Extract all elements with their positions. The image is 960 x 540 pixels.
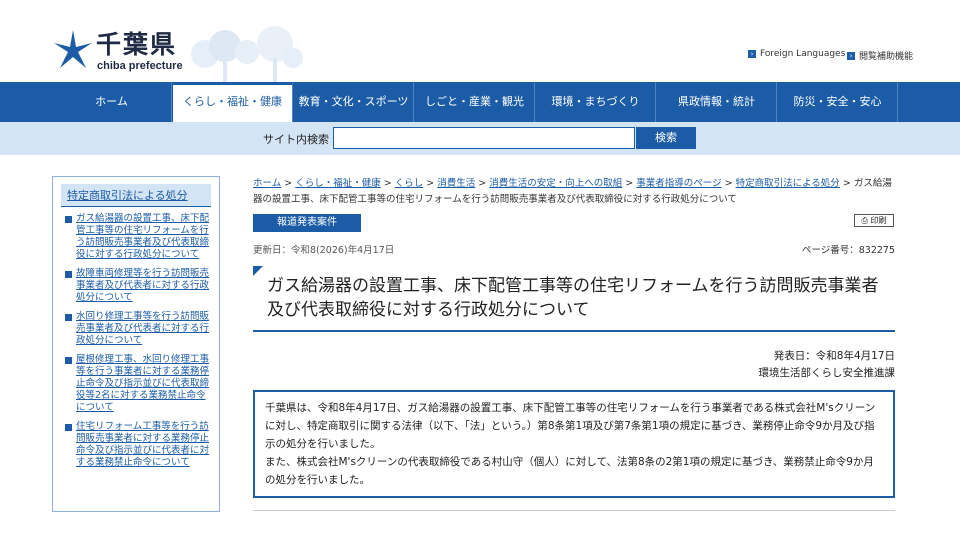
page-number: ページ番号：832275 xyxy=(801,245,895,256)
breadcrumb-link[interactable]: 事業者指導のページ xyxy=(636,178,721,189)
foreign-languages-label: Foreign Languages xyxy=(760,49,846,59)
bullet-arrow-icon xyxy=(65,424,72,431)
bullet-arrow-icon xyxy=(65,216,72,223)
sidebar-item[interactable]: 屋根修理工事、水回り修理工事等を行う事業者に対する業務停止命令及び指示並びに代表… xyxy=(65,354,211,414)
site-header: 千葉県 chiba prefecture › Foreign Languages… xyxy=(0,0,960,82)
breadcrumb-separator: > xyxy=(721,178,736,189)
sidebar-item-label: 水回り修理工事等を行う訪問販売事業者及び代表者に対する行政処分について xyxy=(76,311,210,346)
nav-home[interactable]: ホーム xyxy=(52,82,172,122)
foreign-languages-link[interactable]: › Foreign Languages xyxy=(748,49,845,59)
issue-date: 発表日：令和8年4月17日 xyxy=(773,350,895,362)
nav-work-industry-tourism[interactable]: しごと・産業・観光 xyxy=(415,82,535,122)
logo-japanese: 千葉県 xyxy=(96,30,178,59)
breadcrumb-separator: > xyxy=(475,178,490,189)
accessibility-label: 閲覧補助機能 xyxy=(859,52,914,62)
sidebar-item-label: ガス給湯器の設置工事、床下配管工事等の住宅リフォームを行う訪問販売事業者及び代表… xyxy=(76,213,210,260)
sidebar-item[interactable]: 水回り修理工事等を行う訪問販売事業者及び代表者に対する行政処分について xyxy=(65,311,211,347)
accessibility-link[interactable]: › 閲覧補助機能 xyxy=(847,49,913,62)
print-label: 印刷 xyxy=(870,216,887,225)
logo-english: chiba prefecture xyxy=(97,60,183,72)
department: 環境生活部くらし安全推進課 xyxy=(758,367,896,379)
site-logo[interactable]: 千葉県 chiba prefecture xyxy=(52,30,192,76)
breadcrumb-separator: > xyxy=(622,178,637,189)
tree-decoration-icon xyxy=(191,26,303,82)
sidebar-item-label: 故障車両修理等を行う訪問販売事業者及び代表者に対する行政処分について xyxy=(76,268,210,303)
bullet-arrow-icon xyxy=(65,357,72,364)
page-title-text: ガス給湯器の設置工事、床下配管工事等の住宅リフォームを行う訪問販売事業者及び代表… xyxy=(267,276,879,320)
title-corner-icon xyxy=(253,266,263,276)
issue-info: 発表日：令和8年4月17日 環境生活部くらし安全推進課 xyxy=(759,348,896,382)
arrow-right-icon: › xyxy=(748,50,756,58)
nav-disaster-safety[interactable]: 防災・安全・安心 xyxy=(778,82,898,122)
search-input[interactable] xyxy=(333,127,635,149)
summary-box: 千葉県は、令和8年4月17日、ガス給湯器の設置工事、床下配管工事等の住宅リフォー… xyxy=(253,390,895,498)
breadcrumb-separator: > xyxy=(839,178,854,189)
bullet-arrow-icon xyxy=(65,271,72,278)
nav-prefecture-info-stats[interactable]: 県政情報・統計 xyxy=(657,82,777,122)
body-paragraph: また、株式会社M'sクリーンの代表取締役である村山守（個人）に対して、法第8条の… xyxy=(265,456,874,486)
breadcrumb: ホーム > くらし・福祉・健康 > くらし > 消費生活 > 消費生活の安定・向… xyxy=(253,176,895,208)
search-bar: サイト内検索 検索 xyxy=(0,122,960,155)
breadcrumb-separator: > xyxy=(380,178,395,189)
nav-living-welfare-health[interactable]: くらし・福祉・健康 xyxy=(173,82,293,122)
breadcrumb-link[interactable]: 消費生活 xyxy=(437,178,475,189)
updated-date: 更新日：令和8(2026)年4月17日 xyxy=(253,245,395,256)
sidebar-item-label: 住宅リフォーム工事等を行う訪問販売事業者に対する業務停止命令及び指示並びに代表者… xyxy=(76,421,210,468)
search-label: サイト内検索 xyxy=(263,133,329,146)
chiba-star-icon xyxy=(54,30,92,68)
sidebar-item[interactable]: 故障車両修理等を行う訪問販売事業者及び代表者に対する行政処分について xyxy=(65,268,211,304)
breadcrumb-separator: > xyxy=(281,178,296,189)
breadcrumb-link[interactable]: くらし xyxy=(395,178,424,189)
breadcrumb-link[interactable]: 特定商取引法による処分 xyxy=(736,178,840,189)
page-title: ガス給湯器の設置工事、床下配管工事等の住宅リフォームを行う訪問販売事業者及び代表… xyxy=(253,266,895,332)
nav-education-culture-sports[interactable]: 教育・文化・スポーツ xyxy=(294,82,414,122)
sidebar: 特定商取引法による処分 ガス給湯器の設置工事、床下配管工事等の住宅リフォームを行… xyxy=(52,176,220,512)
breadcrumb-link[interactable]: くらし・福祉・健康 xyxy=(295,178,381,189)
nav-environment-town[interactable]: 環境・まちづくり xyxy=(536,82,656,122)
arrow-right-icon: › xyxy=(847,51,855,60)
breadcrumb-link[interactable]: ホーム xyxy=(253,178,281,189)
breadcrumb-separator: > xyxy=(423,178,438,189)
divider xyxy=(253,510,895,511)
sidebar-item[interactable]: ガス給湯器の設置工事、床下配管工事等の住宅リフォームを行う訪問販売事業者及び代表… xyxy=(65,213,211,261)
main-content: ホーム > くらし・福祉・健康 > くらし > 消費生活 > 消費生活の安定・向… xyxy=(253,176,895,511)
breadcrumb-link[interactable]: 消費生活の安定・向上への取組 xyxy=(489,178,622,189)
print-button[interactable]: ⎙ 印刷 xyxy=(854,214,894,227)
search-button[interactable]: 検索 xyxy=(636,127,696,149)
sidebar-title[interactable]: 特定商取引法による処分 xyxy=(61,184,211,207)
category-button[interactable]: 報道発表案件 xyxy=(253,214,361,232)
body-paragraph: 千葉県は、令和8年4月17日、ガス給湯器の設置工事、床下配管工事等の住宅リフォー… xyxy=(265,402,876,450)
printer-icon: ⎙ xyxy=(861,216,868,225)
sidebar-item[interactable]: 住宅リフォーム工事等を行う訪問販売事業者に対する業務停止命令及び指示並びに代表者… xyxy=(65,421,211,469)
sidebar-list: ガス給湯器の設置工事、床下配管工事等の住宅リフォームを行う訪問販売事業者及び代表… xyxy=(53,213,219,469)
global-nav: ホーム くらし・福祉・健康 教育・文化・スポーツ しごと・産業・観光 環境・まち… xyxy=(0,82,960,122)
bullet-arrow-icon xyxy=(65,314,72,321)
sidebar-item-label: 屋根修理工事、水回り修理工事等を行う事業者に対する業務停止命令及び指示並びに代表… xyxy=(76,354,210,413)
